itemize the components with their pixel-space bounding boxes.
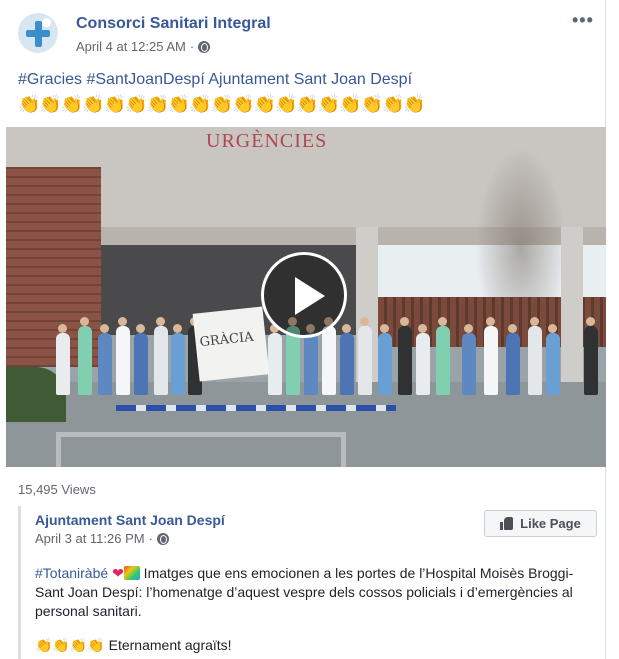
thumbs-up-icon [500, 517, 514, 530]
video-person-head [380, 324, 389, 333]
video-person [322, 326, 336, 395]
video-person [462, 333, 476, 395]
video-person-head [508, 324, 517, 333]
video-person-head [486, 317, 495, 326]
video-person [340, 333, 354, 395]
clapping-emoji-footer: 👏👏👏👏 [35, 637, 105, 653]
video-person-head [438, 317, 447, 326]
clapping-emoji-row: 👏👏👏👏👏👏👏👏👏👏👏👏👏👏👏👏👏👏👏 [18, 94, 426, 114]
video-person-head [58, 324, 67, 333]
video-person-head [173, 324, 182, 333]
shared-body: #Totaniràbé ❤ Imatges que ens emocionen … [35, 564, 575, 621]
avatar-logo-dot [42, 18, 51, 27]
video-person [134, 333, 148, 395]
video-person [416, 333, 430, 395]
hashtag-link[interactable]: #Totaniràbé [35, 565, 108, 581]
video-person [506, 333, 520, 395]
shared-timestamp[interactable]: April 3 at 11:26 PM [35, 531, 145, 546]
like-page-label: Like Page [520, 516, 581, 531]
video-person-head [400, 317, 409, 326]
globe-icon[interactable] [198, 40, 211, 53]
video-person [546, 333, 560, 395]
video-person-head [418, 324, 427, 333]
video-person [398, 326, 412, 395]
meta-separator: · [189, 39, 195, 54]
avatar-logo-horizontal [26, 30, 50, 37]
video-person [116, 326, 130, 395]
video-person-head [118, 317, 127, 326]
video-railing [56, 432, 346, 437]
video-person [584, 326, 598, 395]
video-person [98, 333, 112, 395]
globe-icon[interactable] [156, 532, 169, 545]
shared-footer-text: Eternament agraïts! [104, 637, 232, 653]
video-person [358, 326, 372, 395]
video-person-head [360, 317, 369, 326]
video-banner-text: GRÀCIA [198, 329, 255, 351]
shared-post: Ajuntament Sant Joan Despí April 3 at 11… [18, 506, 606, 659]
post-timestamp[interactable]: April 4 at 12:25 AM [76, 39, 186, 54]
post-author-link[interactable]: Consorci Sanitari Integral [76, 15, 271, 33]
video-railing-post [341, 432, 346, 467]
shared-meta: April 3 at 11:26 PM · [35, 531, 169, 546]
video-person [378, 333, 392, 395]
meta-separator: · [148, 531, 153, 546]
video-person-head [100, 324, 109, 333]
video-person-head [586, 317, 595, 326]
video-pillar [561, 227, 583, 387]
video-person-head [342, 324, 351, 333]
video-person-head [80, 317, 89, 326]
video-sign-text: URGÈNCIES [206, 130, 328, 152]
shared-footer: 👏👏👏👏 Eternament agraïts! [35, 637, 232, 654]
video-person [154, 326, 168, 395]
video-person [528, 326, 542, 395]
video-person [268, 333, 282, 395]
video-person-head [464, 324, 473, 333]
video-railing-post [56, 432, 61, 467]
heart-emoji-icon: ❤ [112, 565, 124, 581]
rainbow-emoji-icon [123, 566, 140, 580]
view-count: 15,495 Views [18, 482, 96, 497]
shared-author-link[interactable]: Ajuntament Sant Joan Despí [35, 512, 225, 528]
video-person-head [548, 324, 557, 333]
video-person [436, 326, 450, 395]
more-options-button[interactable]: ••• [572, 10, 594, 31]
video-person-head [156, 317, 165, 326]
video-person [304, 333, 318, 395]
video-road-markings [116, 405, 396, 411]
video-player[interactable]: URGÈNCIES GRÀCIA [6, 127, 606, 467]
video-person [78, 326, 92, 395]
play-icon[interactable] [261, 252, 347, 338]
post-text[interactable]: #Gracies #SantJoanDespí Ajuntament Sant … [18, 71, 412, 89]
video-person [484, 326, 498, 395]
post-meta: April 4 at 12:25 AM · [76, 39, 211, 54]
video-banner: GRÀCIA [192, 306, 270, 382]
post-card: Consorci Sanitari Integral April 4 at 12… [6, 0, 606, 659]
video-person [56, 333, 70, 395]
video-person [171, 333, 185, 395]
like-page-button[interactable]: Like Page [484, 510, 597, 537]
video-person-head [136, 324, 145, 333]
page-avatar[interactable] [18, 13, 58, 53]
video-person-head [530, 317, 539, 326]
